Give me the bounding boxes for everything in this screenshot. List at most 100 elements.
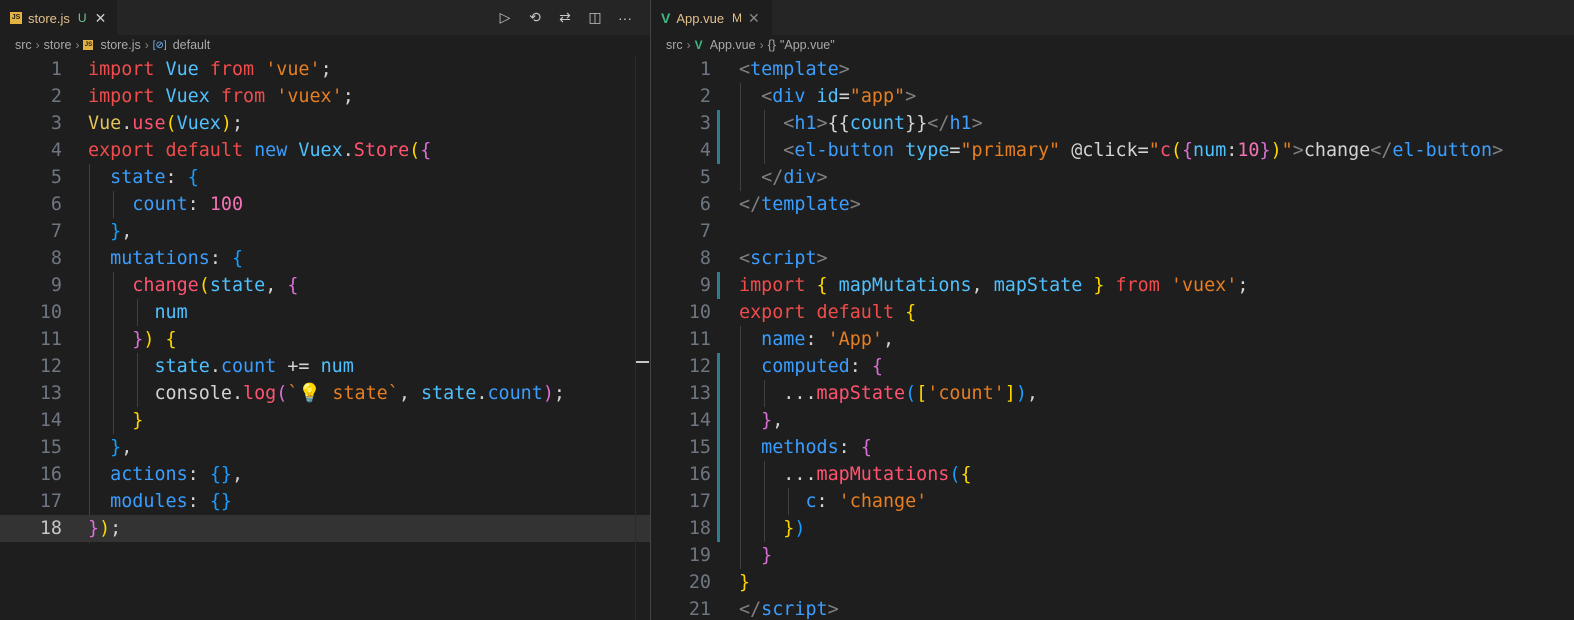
scrollbar[interactable] xyxy=(635,56,650,620)
history-icon[interactable]: ⟲ xyxy=(526,9,544,26)
line-number: 7 xyxy=(699,221,711,242)
code-line: 14 }, xyxy=(651,407,1574,434)
code-line: 6 count: 100 xyxy=(0,191,650,218)
js-file-icon: JS xyxy=(10,12,22,24)
code-line: 11 }) { xyxy=(0,326,650,353)
code-line: 13 ...mapState(['count']), xyxy=(651,380,1574,407)
line-number: 4 xyxy=(50,140,62,161)
code-editor[interactable]: 1 <template> 2 <div id="app"> 3 <h1>{{cou… xyxy=(651,56,1574,620)
code-line: 9 change(state, { xyxy=(0,272,650,299)
breadcrumb-item[interactable]: store.js xyxy=(100,38,140,52)
line-number: 16 xyxy=(688,464,711,485)
code-editor[interactable]: 1 import Vue from 'vue'; 2 import Vuex fro… xyxy=(0,56,650,543)
js-file-icon: JS xyxy=(83,40,94,50)
line-number: 15 xyxy=(39,437,62,458)
breadcrumb-item[interactable]: "App.vue" xyxy=(780,38,835,52)
chevron-right-icon: › xyxy=(75,38,80,52)
line-number: 9 xyxy=(699,275,711,296)
code-line: 17 c: 'change' xyxy=(651,488,1574,515)
line-number: 5 xyxy=(699,167,711,188)
line-number: 12 xyxy=(688,356,711,377)
code-line: 7 xyxy=(651,218,1574,245)
line-number: 2 xyxy=(699,86,711,107)
line-number: 12 xyxy=(39,356,62,377)
close-icon[interactable]: ✕ xyxy=(95,10,107,27)
lightbulb-icon: 💡 xyxy=(298,383,322,404)
breadcrumb: src › store › JS store.js › [⊘] default xyxy=(0,35,650,55)
code-line: 9 import { mapMutations, mapState } from … xyxy=(651,272,1574,299)
editor-actions: ▷ ⟲ ⇄ ◫ ··· xyxy=(496,0,634,35)
code-line: 5 </div> xyxy=(651,164,1574,191)
vue-file-icon: V xyxy=(661,10,671,26)
line-number: 1 xyxy=(699,59,711,80)
breadcrumb-item[interactable]: default xyxy=(173,38,211,52)
line-number: 2 xyxy=(50,86,62,107)
breadcrumb-item[interactable]: store xyxy=(44,38,72,52)
code-line: 8 mutations: { xyxy=(0,245,650,272)
scroll-position-marker xyxy=(636,361,649,363)
line-number: 8 xyxy=(50,248,62,269)
chevron-right-icon: › xyxy=(686,38,691,52)
code-line: 10 export default { xyxy=(651,299,1574,326)
symbol-object-icon: {} xyxy=(767,38,776,52)
compare-icon[interactable]: ⇄ xyxy=(556,9,574,26)
line-number: 17 xyxy=(39,491,62,512)
line-number: 19 xyxy=(688,545,711,566)
line-number: 16 xyxy=(39,464,62,485)
line-number: 11 xyxy=(688,329,711,350)
line-number: 14 xyxy=(688,410,711,431)
git-status-untracked: U xyxy=(77,11,87,25)
tab-store-js[interactable]: JS store.js U ✕ xyxy=(0,0,117,35)
code-line: 17 modules: {} xyxy=(0,488,650,515)
more-icon[interactable]: ··· xyxy=(616,10,634,26)
code-line: 12 state.count += num xyxy=(0,353,650,380)
code-line: 12 computed: { xyxy=(651,353,1574,380)
editor-pane-right: V App.vue M ✕ src › V App.vue › {} "App.… xyxy=(651,0,1574,620)
line-number: 13 xyxy=(39,383,62,404)
code-line: 7 }, xyxy=(0,218,650,245)
vue-file-icon: V xyxy=(694,38,703,52)
breadcrumb-item[interactable]: src xyxy=(666,38,683,52)
code-line: 16 ...mapMutations({ xyxy=(651,461,1574,488)
line-number: 18 xyxy=(688,518,711,539)
tab-bar-right: V App.vue M ✕ xyxy=(651,0,1574,35)
line-number: 11 xyxy=(39,329,62,350)
line-number: 20 xyxy=(688,572,711,593)
breadcrumb-item[interactable]: src xyxy=(15,38,32,52)
code-line: 21 </script> xyxy=(651,596,1574,620)
line-number: 9 xyxy=(50,275,62,296)
line-number: 13 xyxy=(688,383,711,404)
line-number: 4 xyxy=(699,140,711,161)
line-number: 6 xyxy=(699,194,711,215)
line-number: 7 xyxy=(50,221,62,242)
close-icon[interactable]: ✕ xyxy=(748,10,760,27)
code-line: 6 </template> xyxy=(651,191,1574,218)
chevron-right-icon: › xyxy=(35,38,40,52)
split-editor-icon[interactable]: ◫ xyxy=(586,9,604,26)
line-number: 10 xyxy=(39,302,62,323)
git-status-modified: M xyxy=(732,11,743,25)
code-line: 11 name: 'App', xyxy=(651,326,1574,353)
line-number: 5 xyxy=(50,167,62,188)
code-line: 15 }, xyxy=(0,434,650,461)
code-line: 2 <div id="app"> xyxy=(651,83,1574,110)
line-number: 15 xyxy=(688,437,711,458)
line-number: 1 xyxy=(50,59,62,80)
code-line: 4 export default new Vuex.Store({ xyxy=(0,137,650,164)
code-line: 3 Vue.use(Vuex); xyxy=(0,110,650,137)
code-line: 1 <template> xyxy=(651,56,1574,83)
breadcrumb-item[interactable]: App.vue xyxy=(710,38,756,52)
code-line: 3 <h1>{{count}}</h1> xyxy=(651,110,1574,137)
line-number: 21 xyxy=(688,599,711,620)
run-icon[interactable]: ▷ xyxy=(496,9,514,26)
code-line: 8 <script> xyxy=(651,245,1574,272)
code-line: 10 num xyxy=(0,299,650,326)
code-line: 1 import Vue from 'vue'; xyxy=(0,56,650,83)
line-number: 6 xyxy=(50,194,62,215)
tab-bar-left: JS store.js U ✕ ▷ ⟲ ⇄ ◫ ··· xyxy=(0,0,650,35)
code-line: 5 state: { xyxy=(0,164,650,191)
tab-app-vue[interactable]: V App.vue M ✕ xyxy=(651,0,772,35)
line-number: 14 xyxy=(39,410,62,431)
line-number: 3 xyxy=(699,113,711,134)
code-line: 18 }) xyxy=(651,515,1574,542)
